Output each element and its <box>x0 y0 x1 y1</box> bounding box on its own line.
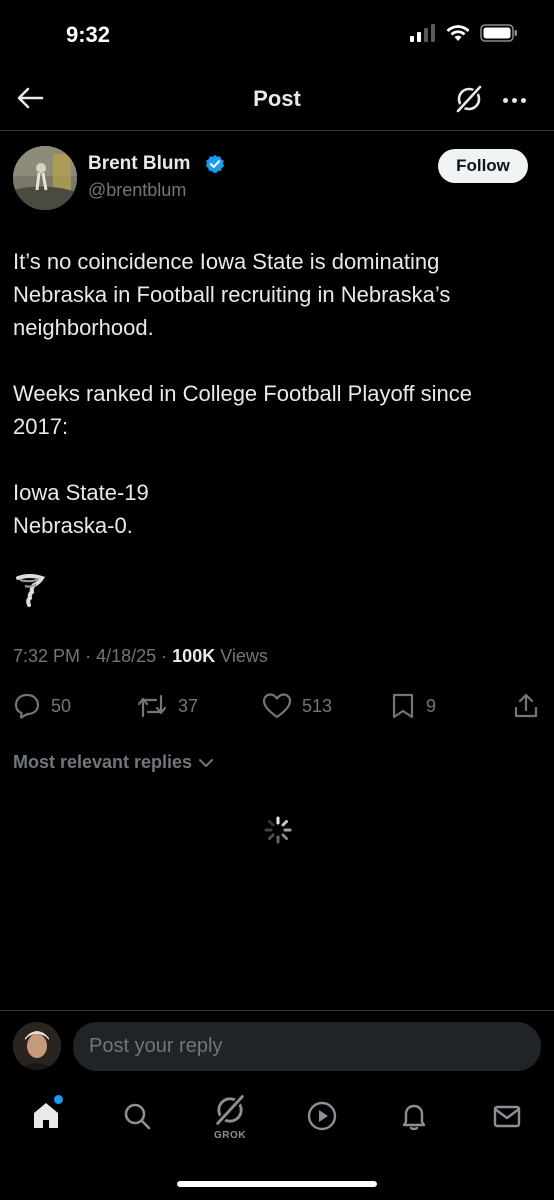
post-time: 7:32 PM <box>13 646 81 666</box>
user-avatar[interactable] <box>13 1022 61 1070</box>
more-dot <box>502 97 508 103</box>
status-time: 9:32 <box>66 22 111 47</box>
battery-icon <box>480 24 517 42</box>
header-divider <box>0 130 554 131</box>
notification-dot <box>53 1094 64 1105</box>
post-meta: 7:32 PM · 4/18/25 · 100K Views <box>13 646 268 667</box>
repost-action[interactable]: 37 <box>136 690 198 722</box>
views-label[interactable]: Views <box>220 646 268 666</box>
repost-count: 37 <box>178 695 199 716</box>
tab-grok[interactable] <box>210 1090 250 1130</box>
composer-divider <box>0 1010 554 1011</box>
more-options-button[interactable] <box>496 82 532 118</box>
user-avatar-photo <box>13 1022 61 1070</box>
more-dot <box>511 97 517 103</box>
grok-icon <box>454 83 484 115</box>
grok-button[interactable] <box>452 82 488 118</box>
repost-icon <box>137 694 167 718</box>
replies-sort-dropdown[interactable]: Most relevant replies <box>13 752 214 773</box>
home-indicator <box>177 1181 377 1187</box>
author-handle[interactable]: @brentblum <box>88 180 186 201</box>
post-paragraph: Iowa State-19 <box>13 480 149 505</box>
chevron-down-icon <box>199 758 214 767</box>
reply-bubble-icon <box>14 693 40 719</box>
tornado-emoji-icon <box>16 574 45 607</box>
status-icons <box>410 24 518 42</box>
more-dot <box>520 97 526 103</box>
tab-messages[interactable] <box>487 1096 527 1136</box>
mail-icon <box>493 1105 521 1128</box>
post-paragraph: Nebraska-0. <box>13 513 133 538</box>
tab-search[interactable] <box>117 1096 157 1136</box>
bookmark-icon <box>392 693 414 719</box>
post-text: It’s no coincidence Iowa State is domina… <box>13 245 533 542</box>
heart-icon <box>262 693 292 719</box>
bookmark-action[interactable]: 9 <box>390 690 436 722</box>
views-count[interactable]: 100K <box>172 646 215 666</box>
grok-tab-label: GROK <box>214 1130 246 1141</box>
share-icon <box>514 693 538 718</box>
verified-badge-icon <box>205 154 225 174</box>
post-paragraph: Weeks ranked in College Football Playoff… <box>13 381 472 439</box>
bell-icon <box>402 1104 426 1131</box>
reply-input[interactable] <box>73 1022 541 1071</box>
tab-video[interactable] <box>302 1096 342 1136</box>
grok-icon <box>214 1093 246 1127</box>
play-circle-icon <box>307 1101 337 1131</box>
like-count: 513 <box>302 695 333 716</box>
wifi-icon <box>446 25 470 41</box>
follow-button[interactable]: Follow <box>438 149 528 183</box>
cellular-signal-icon <box>410 24 435 42</box>
replies-sort-label: Most relevant replies <box>13 752 193 772</box>
author-name[interactable]: Brent Blum <box>88 153 190 175</box>
loading-spinner-icon <box>264 816 292 844</box>
post-paragraph: It’s no coincidence Iowa State is domina… <box>13 249 451 340</box>
meta-separator: · <box>161 646 168 666</box>
meta-separator: · <box>85 646 92 666</box>
tab-notifications[interactable] <box>394 1096 434 1136</box>
reply-action[interactable]: 50 <box>13 690 71 722</box>
avatar-photo <box>13 146 77 210</box>
bookmark-count: 9 <box>426 695 437 716</box>
share-action[interactable] <box>512 690 540 722</box>
reply-count: 50 <box>51 695 72 716</box>
post-date: 4/18/25 <box>96 646 157 666</box>
like-action[interactable]: 513 <box>262 690 332 722</box>
search-icon <box>124 1103 151 1130</box>
author-avatar[interactable] <box>13 146 77 210</box>
